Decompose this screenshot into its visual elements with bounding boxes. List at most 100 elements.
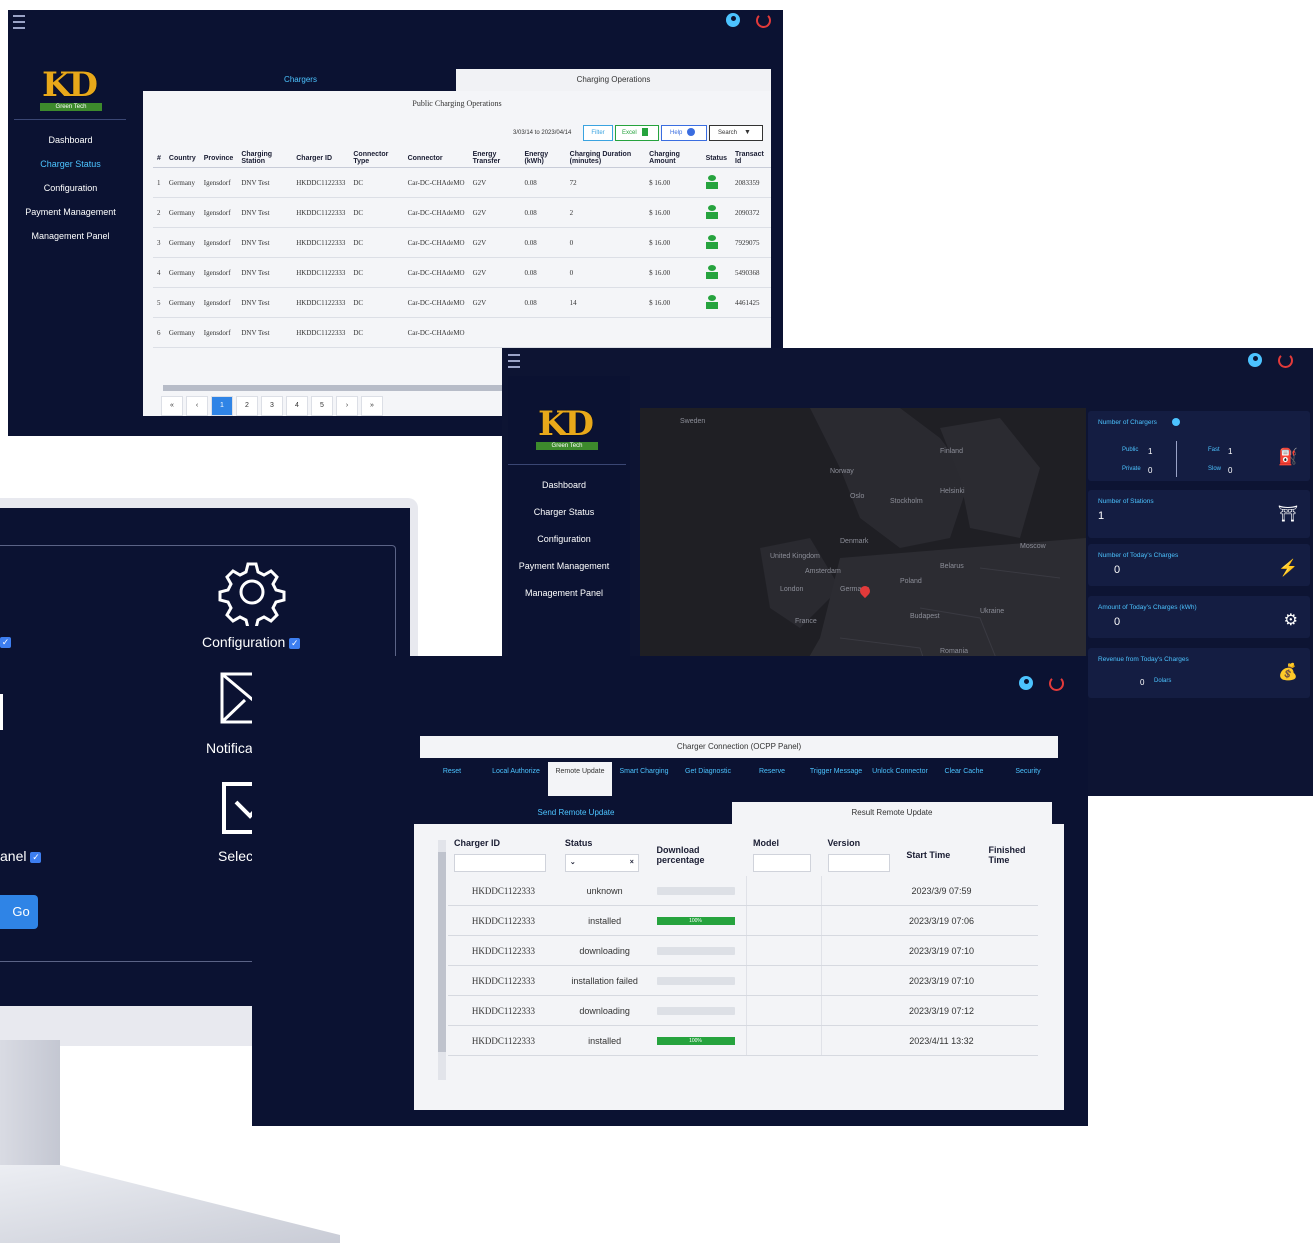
nav-charger-status[interactable]: Charger Status: [8, 159, 133, 169]
tab-chargers[interactable]: Chargers: [143, 69, 458, 91]
table-row[interactable]: 6 Germany Igensdorf DNV Test HKDDC1122333 DC C…: [153, 317, 771, 348]
page-button[interactable]: «: [161, 396, 183, 416]
subtab-result-remote-update[interactable]: Result Remote Update: [732, 802, 1052, 824]
col-header[interactable]: Province: [199, 149, 238, 168]
nav-management-panel[interactable]: Management Panel: [8, 231, 133, 241]
power-icon[interactable]: [1278, 353, 1293, 368]
col-header[interactable]: Charging Duration (minutes): [565, 149, 646, 168]
col-header[interactable]: Charging Amount: [645, 149, 702, 168]
power-icon[interactable]: [1049, 676, 1064, 691]
page-button-active[interactable]: 1: [211, 396, 233, 416]
filter-button[interactable]: Filter: [583, 125, 613, 141]
search-button[interactable]: Search ▼: [709, 125, 763, 141]
ocpp-tab[interactable]: Clear Cache: [932, 762, 996, 796]
nav-dashboard[interactable]: Dashboard: [8, 135, 133, 145]
table-cell: [731, 317, 771, 348]
revenue-unit: Dolars: [1154, 678, 1172, 684]
ocpp-tab[interactable]: Security: [996, 762, 1060, 796]
ocpp-tab[interactable]: Trigger Message: [804, 762, 868, 796]
page-button[interactable]: ‹: [186, 396, 208, 416]
col-header[interactable]: Energy Transfer: [468, 149, 521, 168]
table-row[interactable]: HKDDC1122333 unknown 2023/3/9 07:59: [448, 876, 1038, 906]
user-icon[interactable]: [1019, 676, 1033, 690]
table-cell: 2: [153, 197, 165, 228]
table-row[interactable]: HKDDC1122333 installed 100% 2023/3/19 07:06: [448, 905, 1038, 936]
excel-button[interactable]: Excel: [615, 125, 659, 141]
nav-payment-management[interactable]: Payment Management: [508, 561, 620, 571]
subtab-send-remote-update[interactable]: Send Remote Update: [420, 802, 732, 824]
user-icon[interactable]: [726, 13, 740, 27]
hamburger-menu-icon[interactable]: [13, 15, 25, 29]
col-header[interactable]: Charging Station: [237, 149, 293, 168]
ocpp-tab[interactable]: Reserve: [740, 762, 804, 796]
table-row[interactable]: HKDDC1122333 downloading 2023/3/19 07:12: [448, 995, 1038, 1026]
filter-charger-id-input[interactable]: [454, 854, 546, 872]
table-cell: Igensdorf: [199, 227, 238, 258]
ocpp-tab[interactable]: Local Authorize: [484, 762, 548, 796]
vertical-scrollbar[interactable]: [438, 840, 446, 1080]
nav-charger-status[interactable]: Charger Status: [508, 507, 620, 517]
user-icon[interactable]: [1248, 353, 1262, 367]
col-header[interactable]: Country: [164, 149, 200, 168]
col-header[interactable]: #: [153, 149, 165, 168]
table-row[interactable]: 1 Germany Igensdorf DNV Test HKDDC1122333 DC C…: [153, 167, 771, 198]
table-cell: 0.08: [520, 257, 566, 288]
table-cell: DC: [349, 227, 404, 258]
info-icon[interactable]: [1172, 418, 1180, 426]
clear-icon[interactable]: ×: [630, 855, 634, 871]
col-header[interactable]: Connector: [403, 149, 469, 168]
ocpp-tab[interactable]: Reset: [420, 762, 484, 796]
map-label: Ukraine: [980, 608, 1005, 615]
page-button[interactable]: 4: [286, 396, 308, 416]
table-row[interactable]: 2 Germany Igensdorf DNV Test HKDDC1122333 DC C…: [153, 197, 771, 228]
col-header[interactable]: Connector Type: [349, 149, 404, 168]
go-button[interactable]: Go: [0, 895, 38, 929]
perm-configuration[interactable]: Configuration ✓: [202, 634, 301, 650]
nav-configuration[interactable]: Configuration: [8, 183, 133, 193]
checkbox-icon[interactable]: ✓: [30, 851, 42, 863]
table-cell: 5: [153, 287, 165, 318]
page-button[interactable]: »: [361, 396, 383, 416]
table-row[interactable]: HKDDC1122333 downloading 2023/3/19 07:10: [448, 935, 1038, 966]
filter-status-select[interactable]: ⌄ ×: [564, 854, 639, 872]
table-row[interactable]: 3 Germany Igensdorf DNV Test HKDDC1122333 DC C…: [153, 227, 771, 258]
ocpp-tab[interactable]: Smart Charging: [612, 762, 676, 796]
nav-payment-management[interactable]: Payment Management: [8, 207, 133, 217]
map-label: Oslo: [850, 493, 865, 500]
ocpp-tab[interactable]: Unlock Connector: [868, 762, 932, 796]
page-button[interactable]: 5: [311, 396, 333, 416]
table-row[interactable]: HKDDC1122333 installed 100% 2023/4/11 13:32: [448, 1025, 1038, 1056]
col-header[interactable]: Transact Id: [731, 149, 771, 168]
tab-charging-operations[interactable]: Charging Operations: [456, 69, 771, 91]
table-cell: DNV Test: [237, 197, 293, 228]
nav-dashboard[interactable]: Dashboard: [508, 480, 620, 490]
page-button[interactable]: 2: [236, 396, 258, 416]
filter-model-input[interactable]: [752, 854, 811, 872]
left-checkbox-1[interactable]: ✓: [0, 634, 11, 652]
download-progress-bar: [656, 946, 735, 955]
table-row[interactable]: 4 Germany Igensdorf DNV Test HKDDC1122333 DC C…: [153, 257, 771, 288]
page-button[interactable]: ›: [336, 396, 358, 416]
power-icon[interactable]: [756, 13, 771, 28]
page-title: Public Charging Operations: [412, 99, 502, 108]
help-button[interactable]: Help: [661, 125, 707, 141]
checkbox-icon[interactable]: ✓: [289, 637, 301, 649]
sidebar-divider: [508, 464, 626, 465]
table-row[interactable]: HKDDC1122333 installation failed 2023/3/19…: [448, 965, 1038, 996]
col-header[interactable]: Charger ID: [292, 149, 350, 168]
hamburger-menu-icon[interactable]: [508, 354, 520, 368]
table-cell: [468, 317, 521, 348]
nav-configuration[interactable]: Configuration: [508, 534, 620, 544]
filter-version-input[interactable]: [827, 854, 890, 872]
table-cell: 0: [565, 227, 646, 258]
table-cell: 72: [565, 167, 646, 198]
nav-management-panel[interactable]: Management Panel: [508, 588, 620, 598]
col-header[interactable]: Status: [701, 149, 731, 168]
ocpp-tab[interactable]: Get Diagnostic: [676, 762, 740, 796]
col-header[interactable]: Energy (kWh): [520, 149, 566, 168]
table-row[interactable]: 5 Germany Igensdorf DNV Test HKDDC1122333 DC C…: [153, 287, 771, 318]
page-button[interactable]: 3: [261, 396, 283, 416]
perm-management-panel-partial[interactable]: anel ✓: [0, 848, 42, 864]
ocpp-tab[interactable]: Remote Update: [548, 762, 612, 796]
table-cell: DC: [349, 197, 404, 228]
